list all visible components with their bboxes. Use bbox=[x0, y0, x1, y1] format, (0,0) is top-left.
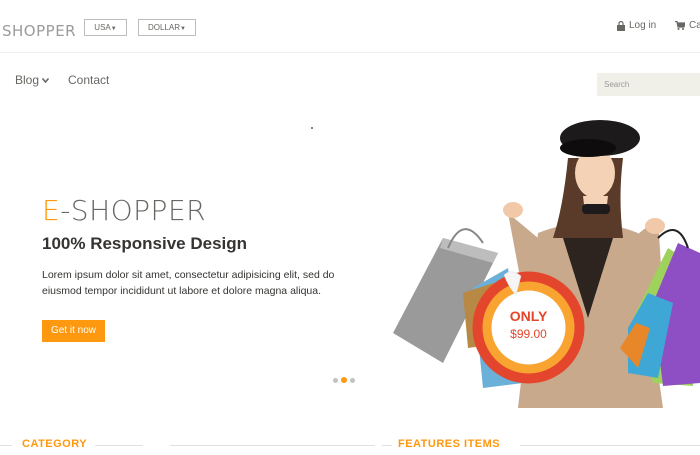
caret-down-icon: ▼ bbox=[110, 26, 117, 32]
divider bbox=[95, 445, 143, 446]
country-dropdown[interactable]: USA▼ bbox=[84, 19, 127, 36]
hero-title-rest: -SHOPPER bbox=[60, 194, 207, 227]
carousel-indicator[interactable] bbox=[333, 377, 338, 383]
top-header: SHOPPER USA▼ DOLLAR▼ Log in Ca bbox=[0, 0, 700, 53]
nav-blog[interactable]: Blog bbox=[15, 73, 50, 87]
carousel-indicators bbox=[333, 377, 355, 383]
hero-title-accent: E bbox=[42, 194, 61, 227]
login-label: Log in bbox=[629, 20, 657, 31]
chevron-down-icon bbox=[42, 77, 50, 83]
caret-down-icon: ▼ bbox=[180, 26, 186, 32]
login-link[interactable]: Log in bbox=[617, 20, 656, 31]
hero-description: Lorem ipsum dolor sit amet, consectetur … bbox=[42, 269, 335, 297]
carousel-indicator-active[interactable] bbox=[341, 377, 347, 383]
decorative-dot bbox=[311, 127, 313, 129]
nav-blog-label: Blog bbox=[15, 73, 40, 87]
cart-label: Ca bbox=[689, 20, 700, 31]
price-tag: ONLY $99.00 bbox=[471, 270, 586, 385]
get-it-now-button[interactable]: Get it now bbox=[42, 320, 105, 342]
country-label: USA bbox=[94, 23, 111, 32]
category-heading: CATEGORY bbox=[22, 438, 88, 450]
site-logo[interactable]: SHOPPER bbox=[2, 22, 76, 40]
divider bbox=[382, 445, 392, 446]
price-only-label: ONLY bbox=[509, 308, 548, 324]
carousel-indicator[interactable] bbox=[350, 377, 355, 383]
hero-subtitle: 100% Responsive Design bbox=[42, 234, 248, 253]
price-value: $99.00 bbox=[510, 327, 547, 341]
currency-dropdown[interactable]: DOLLAR▼ bbox=[138, 19, 196, 36]
currency-label: DOLLAR bbox=[148, 23, 181, 32]
divider bbox=[170, 445, 375, 446]
features-items-heading: FEATURES ITEMS bbox=[398, 438, 501, 450]
hero-title: E-SHOPPER bbox=[42, 194, 206, 227]
divider bbox=[0, 445, 12, 446]
nav-contact[interactable]: Contact bbox=[68, 73, 109, 87]
divider bbox=[520, 445, 700, 446]
cart-link[interactable]: Ca bbox=[675, 20, 700, 31]
cart-icon bbox=[675, 21, 685, 30]
search-input[interactable] bbox=[597, 73, 700, 96]
lock-icon bbox=[617, 20, 625, 31]
